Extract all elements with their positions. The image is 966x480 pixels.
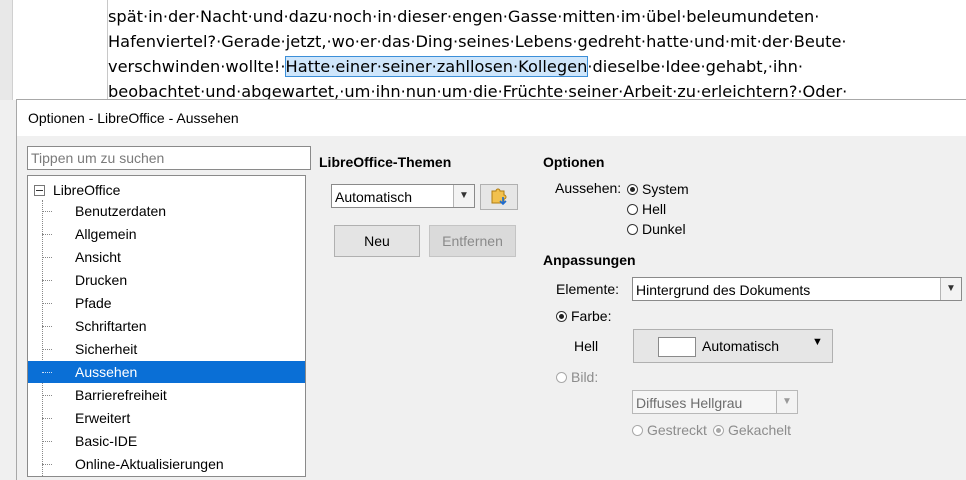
- image-radio[interactable]: Bild:: [556, 368, 598, 386]
- tree-item-label: Allgemein: [75, 226, 137, 242]
- radio-label: Hell: [642, 201, 667, 217]
- appearance-dark-radio[interactable]: Dunkel: [627, 220, 686, 238]
- options-dialog: Optionen - LibreOffice - Aussehen LibreO…: [16, 99, 966, 480]
- tree-item-aussehen[interactable]: Aussehen: [28, 361, 305, 383]
- tree-item-sicherheit[interactable]: Sicherheit: [28, 338, 305, 360]
- radio-label: Gekachelt: [728, 422, 792, 438]
- search-input[interactable]: [27, 146, 311, 170]
- image-select[interactable]: Diffuses Hellgrau ▼: [632, 390, 798, 414]
- radio-label: System: [642, 181, 689, 197]
- chevron-down-icon: ▼: [940, 278, 961, 300]
- document-line: spät·in·der·Nacht·und·dazu·noch·in·diese…: [108, 7, 820, 26]
- image-select-value: Diffuses Hellgrau: [636, 395, 743, 411]
- radio-unchecked-icon: [632, 424, 643, 436]
- theme-select[interactable]: Automatisch ▼: [331, 184, 475, 208]
- tree-item-ansicht[interactable]: Ansicht: [28, 246, 305, 268]
- selected-text[interactable]: Hatte·einer·seiner·zahllosen·Kollegen: [284, 56, 589, 77]
- tree-item-label: Online-Aktualisierungen: [75, 456, 224, 472]
- tree-root-label: LibreOffice: [53, 182, 121, 198]
- tree-item-label: Drucken: [75, 272, 128, 288]
- radio-checked-icon: [556, 310, 567, 322]
- radio-label: Gestreckt: [647, 422, 707, 438]
- new-theme-button[interactable]: Neu: [334, 225, 420, 257]
- chevron-down-icon: ▼: [776, 391, 797, 413]
- tree-item-label: Ansicht: [75, 249, 121, 265]
- radio-unchecked-icon: [627, 203, 638, 215]
- radio-unchecked-icon: [627, 223, 638, 235]
- remove-theme-button[interactable]: Entfernen: [429, 225, 516, 257]
- tree-item-online-aktualisierungen[interactable]: Online-Aktualisierungen: [28, 453, 305, 475]
- elements-label: Elemente:: [556, 281, 620, 297]
- tree-item-label: Schriftarten: [75, 318, 147, 334]
- tree-item-drucken[interactable]: Drucken: [28, 269, 305, 291]
- tree-item-allgemein[interactable]: Allgemein: [28, 223, 305, 245]
- tree-item-label: Benutzerdaten: [75, 203, 167, 219]
- document-text[interactable]: spät·in·der·Nacht·und·dazu·noch·in·diese…: [108, 4, 908, 104]
- appearance-label: Aussehen:: [555, 180, 622, 196]
- radio-label: Farbe:: [571, 308, 612, 324]
- tree-item-pfade[interactable]: Pfade: [28, 292, 305, 314]
- elements-select[interactable]: Hintergrund des Dokuments ▼: [632, 277, 962, 301]
- light-color-label: Hell: [574, 338, 599, 354]
- stretched-radio[interactable]: Gestreckt: [632, 421, 707, 439]
- radio-unchecked-icon: [556, 371, 567, 383]
- options-heading: Optionen: [543, 154, 605, 170]
- radio-checked-icon: [713, 424, 724, 436]
- tree-item-label: Aussehen: [75, 364, 138, 380]
- tree-item-schriftarten[interactable]: Schriftarten: [28, 315, 305, 337]
- tiled-radio[interactable]: Gekachelt: [713, 421, 791, 439]
- tree-root-libreoffice[interactable]: LibreOffice: [34, 180, 120, 200]
- tree-item-benutzerdaten[interactable]: Benutzerdaten: [28, 200, 305, 222]
- radio-label: Bild:: [571, 369, 599, 385]
- tree-item-label: Basic-IDE: [75, 433, 138, 449]
- radio-checked-icon: [627, 183, 638, 195]
- options-tree[interactable]: LibreOffice Benutzerdaten Allgemein Ansi…: [27, 175, 306, 477]
- color-value: Automatisch: [702, 338, 780, 354]
- document-line: verschwinden·wollte!·Hatte·einer·seiner·…: [108, 54, 908, 79]
- appearance-light-radio[interactable]: Hell: [627, 200, 666, 218]
- document-line: Hafenviertel?·Gerade·jetzt,·wo·er·das·Di…: [108, 32, 847, 51]
- elements-select-value: Hintergrund des Dokuments: [636, 282, 811, 298]
- color-swatch: [658, 337, 696, 357]
- tree-item-label: Erweitert: [75, 410, 131, 426]
- chevron-down-icon: ▼: [453, 185, 474, 207]
- theme-extension-button[interactable]: [480, 184, 518, 210]
- dropdown-arrow-icon: ▼: [812, 336, 823, 348]
- puzzle-download-icon: [491, 188, 507, 206]
- tree-item-basic-ide[interactable]: Basic-IDE: [28, 430, 305, 452]
- tree-item-barrierefreiheit[interactable]: Barrierefreiheit: [28, 384, 305, 406]
- radio-label: Dunkel: [642, 221, 686, 237]
- customizations-heading: Anpassungen: [543, 252, 636, 268]
- tree-item-label: Sicherheit: [75, 341, 138, 357]
- line-text: ·dieselbe·Idee·gehabt,·ihn·: [587, 57, 804, 76]
- tree-item-erweitert[interactable]: Erweitert: [28, 407, 305, 429]
- tree-item-label: Pfade: [75, 295, 112, 311]
- theme-select-value: Automatisch: [335, 189, 413, 205]
- appearance-system-radio[interactable]: System: [627, 180, 689, 198]
- color-radio[interactable]: Farbe:: [556, 307, 611, 325]
- collapse-icon[interactable]: [34, 184, 45, 196]
- line-text: verschwinden·wollte!·: [108, 57, 286, 76]
- dialog-title: Optionen - LibreOffice - Aussehen: [28, 110, 239, 126]
- color-picker-button[interactable]: Automatisch ▼: [633, 329, 833, 363]
- tree-item-label: Barrierefreiheit: [75, 387, 167, 403]
- themes-heading: LibreOffice-Themen: [319, 154, 452, 170]
- dialog-titlebar[interactable]: Optionen - LibreOffice - Aussehen: [17, 100, 966, 136]
